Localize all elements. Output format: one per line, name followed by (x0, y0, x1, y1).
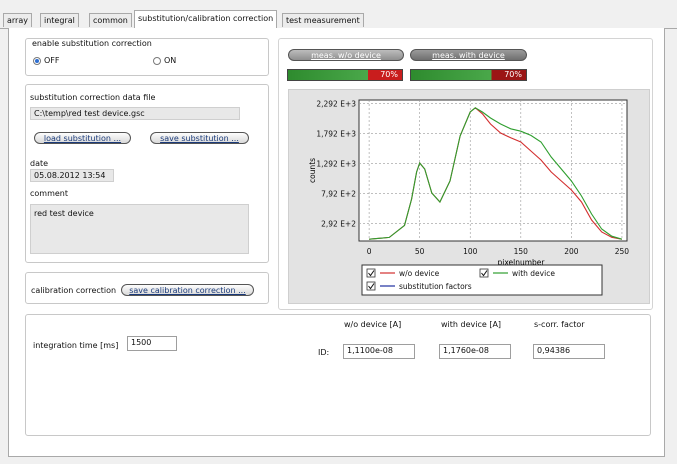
id-row-label: ID: (318, 348, 330, 357)
tab-array[interactable]: array (3, 13, 32, 27)
spectrum-chart: 2,92 E+2 7,92 E+2 1,292 E+3 1,792 E+3 2,292 … (308, 99, 630, 296)
enable-substitution-label: enable substitution correction (32, 39, 152, 48)
save-substitution-button[interactable]: save substitution ... (150, 132, 249, 144)
radio-on-label: ON (164, 56, 177, 65)
level-label-without-device: 70% (380, 70, 398, 79)
calibration-correction-label: calibration correction (31, 286, 117, 295)
level-bar-without-device: 70% (287, 69, 403, 81)
legend-checkbox (366, 281, 376, 291)
integration-results-group: integration time [ms] 1500 w/o device [A… (25, 314, 651, 436)
y-tick-label: 7,92 E+2 (321, 189, 356, 198)
y-tick-label: 2,92 E+2 (321, 219, 356, 228)
legend-item-substitution-factors: substitution factors (399, 282, 472, 291)
radio-off[interactable] (33, 57, 41, 65)
x-tick-label: 200 (564, 247, 579, 256)
tab-content-panel: enable substitution correction OFF ON su… (8, 28, 665, 457)
measure-with-device-button[interactable]: meas. with device (410, 49, 527, 61)
tab-integral[interactable]: integral (40, 13, 79, 27)
radio-on[interactable] (153, 57, 161, 65)
wo-device-value: 1,1100e-08 (343, 344, 415, 359)
integration-time-input[interactable]: 1500 (127, 336, 177, 351)
legend-item-without-device: w/o device (399, 269, 440, 278)
data-file-label: substitution correction data file (30, 93, 156, 102)
measure-without-device-button[interactable]: meas. w/o device (288, 49, 404, 61)
data-file-field: C:\temp\red test device.gsc (30, 107, 240, 120)
wo-device-header: w/o device [A] (344, 320, 402, 329)
y-tick-label: 1,292 E+3 (316, 159, 356, 168)
x-tick-label: 250 (615, 247, 630, 256)
calibration-group: calibration correction save calibration … (25, 272, 269, 304)
integration-time-label: integration time [ms] (33, 341, 119, 350)
level-label-with-device: 70% (504, 70, 522, 79)
tab-common[interactable]: common (89, 13, 132, 27)
s-corr-factor-header: s-corr. factor (534, 320, 585, 329)
legend-item-with-device: with device (512, 269, 555, 278)
with-device-value: 1,1760e-08 (439, 344, 511, 359)
substitution-enable-group: enable substitution correction OFF ON (25, 38, 269, 76)
measurement-group: meas. w/o device meas. with device 70% 7… (278, 38, 653, 310)
x-tick-label: 100 (463, 247, 478, 256)
spectrum-chart-panel: 2,92 E+2 7,92 E+2 1,292 E+3 1,792 E+3 2,292 … (288, 89, 650, 304)
x-tick-label: 50 (415, 247, 425, 256)
level-bar-with-device: 70% (410, 69, 527, 81)
x-tick-label: 0 (367, 247, 372, 256)
save-calibration-button[interactable]: save calibration correction ... (121, 284, 254, 296)
comment-field: red test device (30, 204, 249, 254)
tab-bar: array integral common substitution/calib… (0, 0, 677, 29)
legend-checkbox (366, 268, 376, 278)
x-tick-label: 150 (514, 247, 529, 256)
y-tick-label: 2,292 E+3 (316, 99, 356, 108)
plot-area (358, 99, 628, 242)
substitution-file-group: substitution correction data file C:\tem… (25, 84, 269, 263)
legend-checkbox (479, 268, 489, 278)
tab-test-measurement[interactable]: test measurement (282, 13, 364, 27)
s-corr-factor-value: 0,94386 (533, 344, 605, 359)
radio-off-label: OFF (44, 56, 60, 65)
load-substitution-button[interactable]: load substitution ... (34, 132, 131, 144)
comment-label: comment (30, 189, 69, 198)
date-label: date (30, 159, 49, 168)
tab-substitution-calibration[interactable]: substitution/calibration correction (134, 10, 278, 28)
y-axis-label: counts (308, 158, 317, 183)
date-field: 05.08.2012 13:54 (30, 169, 114, 182)
y-tick-label: 1,792 E+3 (316, 129, 356, 138)
with-device-header: with device [A] (441, 320, 502, 329)
